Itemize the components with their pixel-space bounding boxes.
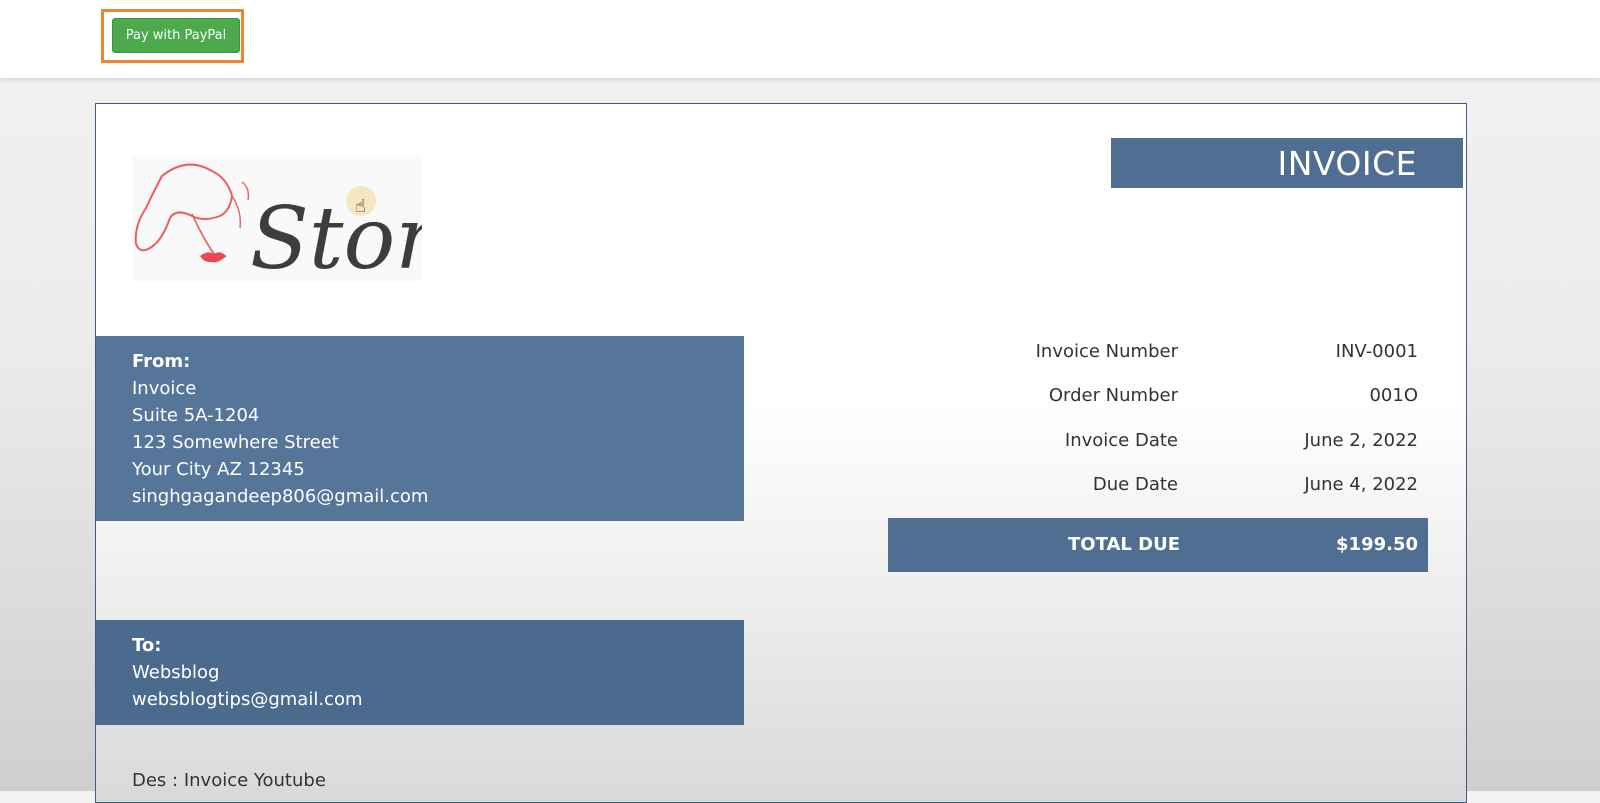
invoice-number-label: Invoice Number (1035, 341, 1178, 362)
due-date-value: June 4, 2022 (1304, 474, 1418, 495)
to-address-block: To: Websblog websblogtips@gmail.com (96, 620, 744, 725)
invoice-title: INVOICE (1111, 138, 1463, 188)
invoice-number-value: INV-0001 (1335, 341, 1418, 362)
woman-face-logo-icon: Store (134, 163, 487, 289)
from-street: 123 Somewhere Street (132, 432, 339, 453)
pay-with-paypal-button[interactable]: Pay with PayPal (112, 18, 240, 53)
top-toolbar: Pay with PayPal (0, 0, 1600, 78)
hand-cursor-icon: ☝ (355, 196, 366, 216)
due-date-label: Due Date (1092, 474, 1178, 495)
invoice-document: Store ☝ INVOICE From: Invoice Suite 5A-1… (95, 103, 1467, 803)
total-due-value: $199.50 (1336, 534, 1418, 555)
invoice-date-label: Invoice Date (1064, 430, 1178, 451)
invoice-description: Des : Invoice Youtube (132, 770, 326, 791)
from-suite: Suite 5A-1204 (132, 405, 260, 426)
invoice-number-row: Invoice Number INV-0001 (884, 341, 1418, 367)
store-logo: Store (132, 156, 487, 289)
invoice-date-row: Invoice Date June 2, 2022 (884, 430, 1418, 456)
to-name: Websblog (132, 662, 220, 683)
to-email: websblogtips@gmail.com (132, 689, 363, 710)
from-email: singhgagandeep806@gmail.com (132, 486, 429, 507)
from-city: Your City AZ 12345 (132, 459, 305, 480)
invoice-date-value: June 2, 2022 (1304, 430, 1418, 451)
total-due-label: TOTAL DUE (1068, 534, 1180, 555)
logo-text: Store (250, 189, 422, 281)
from-address-block: From: Invoice Suite 5A-1204 123 Somewher… (96, 336, 744, 521)
to-label: To: (132, 635, 162, 656)
order-number-label: Order Number (1048, 385, 1178, 406)
from-label: From: (132, 351, 191, 372)
due-date-row: Due Date June 4, 2022 (884, 474, 1418, 500)
from-name: Invoice (132, 378, 197, 399)
total-due-bar: TOTAL DUE $199.50 (888, 518, 1428, 572)
order-number-value: 001O (1369, 385, 1418, 406)
order-number-row: Order Number 001O (884, 385, 1418, 411)
